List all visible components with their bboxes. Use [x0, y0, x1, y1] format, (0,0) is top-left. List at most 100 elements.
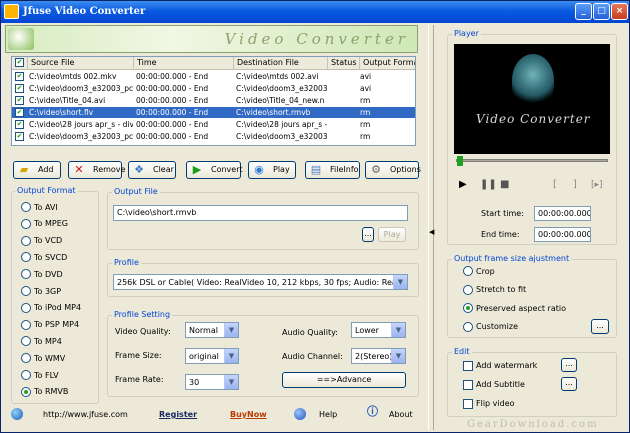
column-destination-file[interactable]: Destination File [234, 57, 328, 70]
mark-end-icon[interactable]: ] [573, 179, 577, 191]
row-checkbox[interactable]: ✔ [15, 72, 24, 81]
close-button[interactable]: × [611, 3, 628, 20]
frame-rate-label: Frame Rate: [115, 375, 164, 384]
website-link[interactable]: http://www.jfuse.com [43, 410, 128, 420]
frame-adjust-option-label[interactable]: Customize [476, 322, 518, 332]
format-radio[interactable] [21, 235, 31, 246]
gear-icon: ⚙ [371, 163, 381, 176]
frame-adjust-radio[interactable] [463, 321, 473, 332]
file-list-table[interactable]: ✔ Source File Time Destination File Stat… [11, 56, 416, 146]
advance-button[interactable]: ==>Advance [282, 372, 406, 388]
row-checkbox[interactable]: ✔ [15, 132, 24, 141]
options-button-label: Options [390, 165, 421, 174]
frame-adjust-radio[interactable] [463, 266, 473, 276]
subtitle-checkbox[interactable] [463, 380, 473, 390]
start-time-input[interactable]: 00:00:00.000 [534, 206, 591, 221]
add-button[interactable]: ▰ Add [13, 161, 61, 179]
seek-slider[interactable] [456, 156, 608, 166]
frame-adjust-option-label[interactable]: Stretch to fit [476, 285, 526, 295]
header-check-column[interactable]: ✔ [12, 57, 28, 70]
format-option-label[interactable]: To SVCD [34, 253, 67, 263]
format-radio[interactable] [21, 202, 31, 212]
convert-button[interactable]: ▶ Convert [186, 161, 243, 179]
help-icon [294, 408, 306, 420]
about-link[interactable]: About [389, 410, 413, 420]
format-radio[interactable] [21, 218, 31, 229]
format-option-label[interactable]: To 3GP [34, 287, 61, 297]
header-checkbox[interactable]: ✔ [15, 58, 24, 67]
frame-adjust-radio[interactable] [463, 303, 473, 313]
table-row[interactable]: ✔ C:\video\mtds 002.mkv 00:00:00.000 - End… [12, 71, 415, 82]
table-row[interactable]: ✔ C:\video\Title_04.avi 00:00:00.000 - End… [12, 95, 415, 106]
customize-button[interactable]: ... [591, 319, 609, 334]
fileinfo-button[interactable]: ▤ FileInfo [305, 161, 360, 179]
buynow-link[interactable]: BuyNow [230, 410, 267, 420]
flip-checkbox[interactable] [463, 399, 473, 409]
format-option-label[interactable]: To AVI [34, 203, 58, 213]
collapse-arrow-icon[interactable]: ◀ [429, 228, 434, 236]
panel-splitter[interactable]: ◀ [428, 25, 434, 430]
subtitle-settings-button[interactable]: ... [561, 377, 577, 391]
column-time[interactable]: Time [134, 57, 234, 70]
row-checkbox[interactable]: ✔ [15, 120, 24, 129]
maximize-button[interactable]: □ [593, 3, 610, 20]
format-radio[interactable] [21, 302, 31, 313]
row-checkbox[interactable]: ✔ [15, 84, 24, 93]
pause-icon[interactable]: ❚❚ [480, 179, 497, 191]
format-option-label[interactable]: To MPEG [34, 219, 68, 229]
seek-handle[interactable] [457, 156, 463, 166]
table-row[interactable]: ✔ C:\video\short.flv 00:00:00.000 - End C:\… [12, 107, 415, 118]
column-source-file[interactable]: Source File [28, 57, 134, 70]
play-icon[interactable]: ▶ [459, 179, 467, 191]
frame-adjust-option-label[interactable]: Preserved aspect ratio [476, 304, 566, 314]
format-option-label[interactable]: To MP4 [34, 337, 62, 347]
remove-button[interactable]: ✕ Remove [68, 161, 125, 179]
watermark-settings-button[interactable]: ... [561, 358, 577, 372]
row-checkbox[interactable]: ✔ [15, 96, 24, 105]
app-banner: Video Converter [5, 25, 418, 53]
next-frame-icon[interactable]: [▸] [591, 179, 603, 191]
watermark-checkbox[interactable] [463, 361, 473, 371]
options-button[interactable]: ⚙ Options [365, 161, 421, 179]
register-link[interactable]: Register [159, 410, 197, 420]
frame-adjust-option-label[interactable]: Crop [476, 267, 495, 277]
profile-select[interactable]: 256k DSL or Cable( Video: RealVideo 10, … [113, 274, 408, 290]
video-quality-select[interactable]: Normal ▼ [185, 322, 239, 338]
output-play-button[interactable]: Play [378, 227, 406, 242]
table-row[interactable]: ✔ C:\video\28 jours apr_s - divx 00:00:00.… [12, 119, 415, 130]
format-option-label[interactable]: To DVD [34, 270, 63, 280]
frame-adjust-radio[interactable] [463, 284, 473, 295]
subtitle-label: Add Subtitle [476, 380, 525, 389]
browse-output-button[interactable]: ... [362, 227, 374, 242]
mark-start-icon[interactable]: [ [553, 179, 557, 191]
output-file-path-input[interactable]: C:\video\short.rmvb [113, 205, 408, 221]
format-radio[interactable] [21, 319, 31, 330]
format-option-label[interactable]: To WMV [34, 354, 65, 364]
frame-rate-select[interactable]: 30 ▼ [185, 374, 239, 390]
row-checkbox[interactable]: ✔ [15, 108, 24, 117]
video-quality-label: Video Quality: [115, 327, 171, 336]
table-row[interactable]: ✔ C:\video\doom3_e32003_pct 00:00:00.000 -… [12, 131, 415, 142]
format-option-label[interactable]: To iPod MP4 [34, 303, 81, 313]
format-radio[interactable] [21, 386, 31, 397]
format-radio[interactable] [21, 370, 31, 380]
format-radio[interactable] [21, 286, 31, 296]
title-bar[interactable]: Jfuse Video Converter _ □ × [1, 1, 629, 23]
help-link[interactable]: Help [319, 410, 337, 420]
column-output-format[interactable]: Output Format [360, 57, 415, 70]
clear-button[interactable]: ❖ Clear [128, 161, 176, 179]
format-option-label[interactable]: To RMVB [34, 387, 68, 397]
table-header: ✔ Source File Time Destination File Stat… [12, 57, 415, 70]
minimize-button[interactable]: _ [575, 3, 592, 20]
end-time-input[interactable]: 00:00:00.000 [534, 227, 591, 242]
table-row[interactable]: ✔ C:\video\doom3_e32003_pct 00:00:00.000 -… [12, 83, 415, 94]
audio-channel-select[interactable]: 2(Stereo) ▼ [351, 348, 406, 364]
frame-size-select[interactable]: original ▼ [185, 348, 239, 364]
format-option-label[interactable]: To PSP MP4 [34, 320, 79, 330]
stop-icon[interactable]: ■ [500, 179, 509, 191]
play-button[interactable]: ◉ Play [248, 161, 296, 179]
column-status[interactable]: Status [328, 57, 360, 70]
format-option-label[interactable]: To VCD [34, 236, 62, 246]
format-option-label[interactable]: To FLV [34, 371, 59, 381]
audio-quality-select[interactable]: Lower ▼ [351, 322, 406, 338]
